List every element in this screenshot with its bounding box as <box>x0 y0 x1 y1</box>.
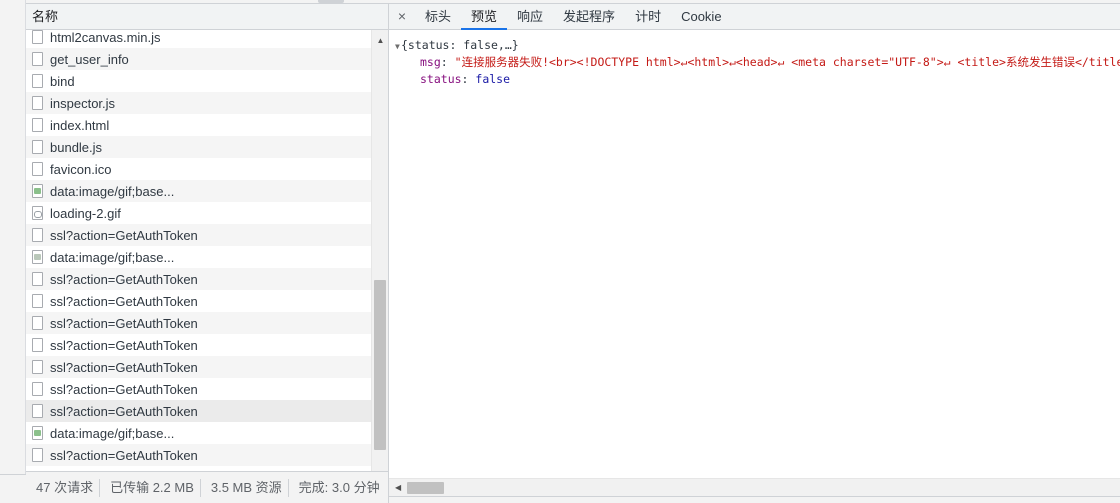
json-preview: ▼{status: false,…} msg: "连接服务器失败!<br><!D… <box>389 37 1120 88</box>
request-name: get_user_info <box>50 51 129 67</box>
resources-size: 3.5 MB 资源 <box>201 478 289 497</box>
request-name: ssl?action=GetAuthToken <box>50 315 198 331</box>
finish-time: 完成: 3.0 分钟 <box>298 479 380 495</box>
horizontal-scrollbar[interactable]: ◀ <box>389 478 1120 496</box>
gif-icon <box>32 206 43 220</box>
request-row[interactable]: get_user_info <box>26 48 371 70</box>
pane-footer <box>389 496 1120 503</box>
request-rows: html2canvas.min.js get_user_infobind inspe… <box>26 30 371 466</box>
tab-response[interactable]: 响应 <box>507 4 553 29</box>
request-row[interactable]: loading-2.gif <box>26 202 371 224</box>
tab-cookies[interactable]: Cookie <box>671 4 731 29</box>
file-icon <box>32 228 43 242</box>
file-icon <box>32 74 43 88</box>
json-value-status: false <box>475 72 511 86</box>
scroll-left-arrow-icon[interactable]: ◀ <box>395 483 401 492</box>
network-status-bar: 47 次请求 已传输 2.2 MB 3.5 MB 资源 完成: 3.0 分钟 <box>26 471 389 503</box>
request-name: ssl?action=GetAuthToken <box>50 227 198 243</box>
request-name: ssl?action=GetAuthToken <box>50 447 198 463</box>
json-key-status: status <box>420 72 462 86</box>
image-icon <box>32 426 43 440</box>
tab-initiator[interactable]: 发起程序 <box>553 4 625 29</box>
request-name: bundle.js <box>50 139 103 155</box>
request-name: bind <box>50 73 75 89</box>
file-icon <box>32 404 43 418</box>
file-icon <box>32 118 43 132</box>
request-name: index.html <box>50 117 110 133</box>
request-name: favicon.ico <box>50 161 112 177</box>
close-icon[interactable]: × <box>389 4 415 29</box>
request-row[interactable]: data:image/gif;base... <box>26 246 371 268</box>
request-name: ssl?action=GetAuthToken <box>50 271 198 287</box>
request-row[interactable]: data:image/gif;base... <box>26 422 371 444</box>
request-row[interactable]: favicon.ico <box>26 158 371 180</box>
file-icon <box>32 338 43 352</box>
request-row[interactable]: ssl?action=GetAuthToken <box>26 290 371 312</box>
file-icon <box>32 140 43 154</box>
request-row[interactable]: bundle.js <box>26 136 371 158</box>
json-value-msg: "连接服务器失败!<br><!DOCTYPE html>↵<html>↵<hea… <box>454 55 1120 69</box>
request-name: ssl?action=GetAuthToken <box>50 381 198 397</box>
request-name: ssl?action=GetAuthToken <box>50 359 198 375</box>
request-name: ssl?action=GetAuthToken <box>50 337 198 353</box>
request-row[interactable]: ssl?action=GetAuthToken <box>26 224 371 246</box>
file-icon <box>32 162 43 176</box>
request-name: data:image/gif;base... <box>50 249 175 265</box>
request-row[interactable]: ssl?action=GetAuthToken <box>26 268 371 290</box>
request-name: ssl?action=GetAuthToken <box>50 293 198 309</box>
request-count: 47 次请求 <box>26 478 101 497</box>
request-list: html2canvas.min.js get_user_infobind inspe… <box>26 30 371 472</box>
image-icon-gray <box>32 250 43 264</box>
devtools-network-panel: 名称 html2canvas.min.js get_user_infobind in… <box>0 0 1120 503</box>
request-row[interactable]: data:image/gif;base... <box>26 180 371 202</box>
file-icon <box>32 272 43 286</box>
request-name: inspector.js <box>50 95 116 111</box>
file-icon <box>32 316 43 330</box>
file-icon <box>32 382 43 396</box>
detail-tabbar: × 标头 预览 响应 发起程序 计时 Cookie <box>389 4 1120 30</box>
request-name: ssl?action=GetAuthToken <box>50 403 198 419</box>
file-icon <box>32 52 43 66</box>
request-name: loading-2.gif <box>50 205 121 221</box>
request-name: html2canvas.min.js <box>50 30 161 45</box>
scroll-up-arrow-icon[interactable]: ▲ <box>372 36 389 46</box>
file-icon <box>32 96 43 110</box>
request-row[interactable]: ssl?action=GetAuthToken <box>26 378 371 400</box>
request-row[interactable]: index.html <box>26 114 371 136</box>
file-icon <box>32 360 43 374</box>
json-key-msg: msg <box>420 55 441 69</box>
vertical-scrollbar[interactable]: ▲ <box>371 30 388 472</box>
tab-timing[interactable]: 计时 <box>625 4 671 29</box>
tab-headers[interactable]: 标头 <box>415 4 461 29</box>
request-row[interactable]: ssl?action=GetAuthToken <box>26 444 371 466</box>
image-icon <box>32 184 43 198</box>
request-row[interactable]: html2canvas.min.js <box>26 30 371 48</box>
request-list-panel: 名称 html2canvas.min.js get_user_infobind in… <box>26 3 389 472</box>
left-strip-footer <box>0 474 26 503</box>
file-icon <box>32 294 43 308</box>
scrollbar-thumb[interactable] <box>374 280 386 450</box>
triangle-down-icon[interactable]: ▼ <box>389 38 401 55</box>
request-name: data:image/gif;base... <box>50 183 175 199</box>
transferred-size: 已传输 2.2 MB <box>100 478 201 497</box>
request-row[interactable]: ssl?action=GetAuthToken <box>26 312 371 334</box>
request-row[interactable]: inspector.js <box>26 92 371 114</box>
json-status-line[interactable]: status: false <box>389 71 1120 88</box>
request-row[interactable]: ssl?action=GetAuthToken <box>26 334 371 356</box>
json-msg-line[interactable]: msg: "连接服务器失败!<br><!DOCTYPE html>↵<html>… <box>389 54 1120 71</box>
tab-preview[interactable]: 预览 <box>461 4 508 30</box>
file-icon <box>32 30 43 44</box>
request-row[interactable]: bind <box>26 70 371 92</box>
horizontal-scrollbar-thumb[interactable] <box>407 482 444 494</box>
json-summary: {status: false,…} <box>401 38 519 52</box>
request-row[interactable]: ssl?action=GetAuthToken <box>26 400 371 422</box>
name-column-header[interactable]: 名称 <box>26 4 388 30</box>
request-row[interactable]: ssl?action=GetAuthToken <box>26 356 371 378</box>
left-sidebar-strip <box>0 0 26 474</box>
json-root-line[interactable]: ▼{status: false,…} <box>389 37 1120 54</box>
request-detail-pane: × 标头 预览 响应 发起程序 计时 Cookie ▼{status: fals… <box>389 3 1120 503</box>
file-icon <box>32 448 43 462</box>
request-name: data:image/gif;base... <box>50 425 175 441</box>
